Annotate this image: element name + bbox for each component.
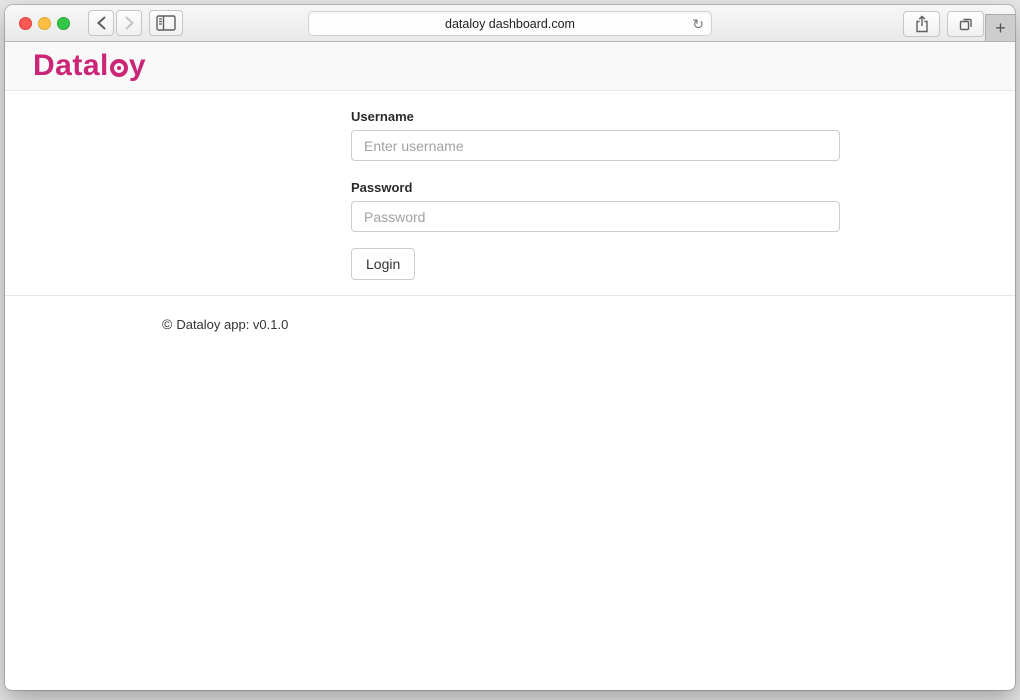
page-footer: © Dataloy app: v0.1.0: [5, 296, 1015, 332]
forward-button[interactable]: [116, 10, 142, 36]
chevron-left-icon: [96, 16, 107, 30]
login-form: Username Password Login: [351, 109, 1015, 280]
page-viewport: Datal y Username Password Login © Datalo…: [5, 42, 1015, 689]
password-group: Password: [351, 180, 1015, 232]
plus-icon: +: [995, 18, 1006, 39]
password-input[interactable]: [351, 201, 840, 232]
sidebar-icon: [156, 15, 176, 31]
new-tab-button[interactable]: +: [985, 14, 1015, 41]
app-version-text: Dataloy app: v0.1.0: [176, 317, 288, 332]
password-label: Password: [351, 180, 1015, 195]
copyright-icon: ©: [162, 316, 172, 332]
address-bar[interactable]: dataloy dashboard.com ↻: [308, 11, 712, 36]
tab-overview-button[interactable]: [947, 11, 984, 37]
login-button[interactable]: Login: [351, 248, 415, 280]
username-label: Username: [351, 109, 1015, 124]
window-controls: [19, 17, 70, 30]
chevron-right-icon: [124, 16, 135, 30]
browser-toolbar: dataloy dashboard.com ↻ +: [5, 5, 1015, 42]
username-input[interactable]: [351, 130, 840, 161]
back-button[interactable]: [88, 10, 114, 36]
tabs-icon: [958, 16, 974, 32]
login-section: Username Password Login: [5, 91, 1015, 296]
site-header: Datal y: [5, 42, 1015, 91]
username-group: Username: [351, 109, 1015, 161]
nav-buttons: [88, 10, 142, 36]
dataloy-logo: Datal y: [33, 49, 146, 83]
logo-text-before: Datal: [33, 49, 109, 83]
browser-window: dataloy dashboard.com ↻ +: [5, 5, 1015, 690]
toolbar-right-buttons: [903, 11, 984, 37]
close-window-button[interactable]: [19, 17, 32, 30]
share-button[interactable]: [903, 11, 940, 37]
zoom-window-button[interactable]: [57, 17, 70, 30]
minimize-window-button[interactable]: [38, 17, 51, 30]
url-text: dataloy dashboard.com: [445, 17, 575, 31]
logo-bullseye-o: [110, 59, 128, 77]
logo-text-after: y: [129, 49, 146, 83]
sidebar-toggle-button[interactable]: [149, 10, 183, 36]
share-icon: [915, 15, 929, 33]
reload-icon[interactable]: ↻: [692, 17, 704, 31]
